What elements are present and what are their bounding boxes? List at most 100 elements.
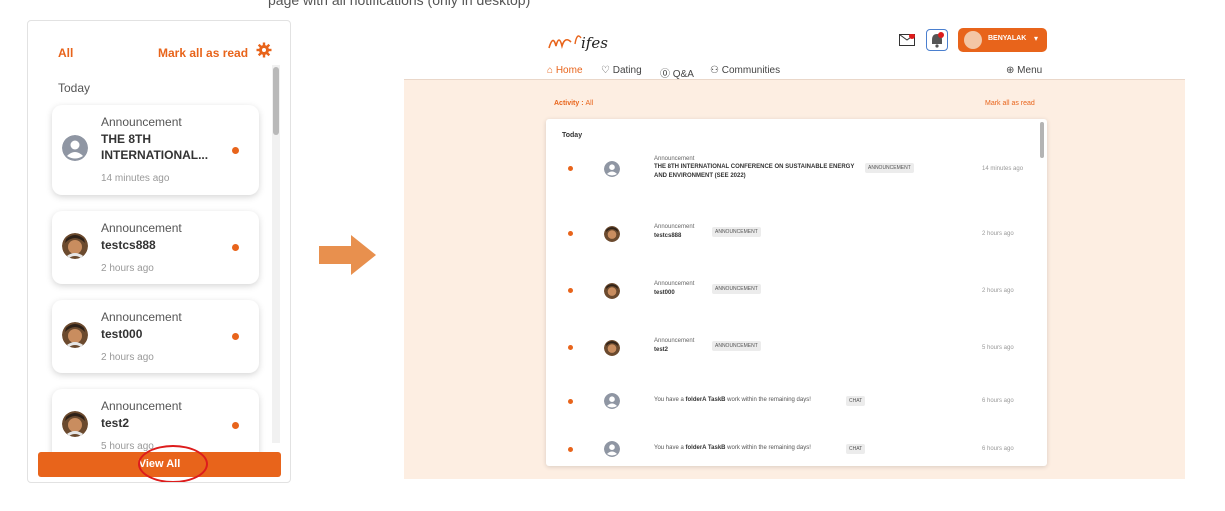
- notification-card[interactable]: Announcement test000 2 hours ago: [52, 300, 259, 373]
- nav-communities[interactable]: ⚇ Communities: [710, 65, 780, 76]
- tag-badge: CHAT: [846, 444, 866, 454]
- notification-type: Announcement: [101, 310, 182, 324]
- nav-home-label: Home: [555, 65, 583, 76]
- notification-dropdown-panel: All Mark all as read Today Announcement …: [27, 20, 291, 483]
- message-prefix: You have a: [654, 397, 686, 403]
- unread-dot: [232, 333, 239, 340]
- tag-badge: ANNOUNCEMENT: [712, 227, 761, 237]
- unread-dot: [568, 288, 573, 293]
- activity-label: Activity :: [554, 100, 584, 107]
- user-photo-avatar: [62, 322, 88, 348]
- notification-time: 14 minutes ago: [101, 173, 170, 184]
- user-photo-avatar: [604, 340, 620, 356]
- site-header: ifes BENYALAK ▾ ⌂ Home ♡ Dating ⓪ Q&A ⚇ …: [404, 22, 1185, 80]
- message-suffix: work within the remaining days!: [725, 445, 811, 451]
- view-all-button[interactable]: View All: [38, 452, 281, 477]
- top-banner: page with all notifications (only in des…: [0, 0, 1225, 10]
- notification-bell-button[interactable]: [926, 29, 948, 51]
- scrollbar-thumb[interactable]: [273, 67, 279, 135]
- unread-dot: [568, 231, 573, 236]
- banner-text: page with all notifications (only in des…: [268, 0, 531, 8]
- tag-badge: ANNOUNCEMENT: [865, 163, 914, 173]
- notification-row[interactable]: Announcement testcs888 ANNOUNCEMENT 2 ho…: [546, 222, 1036, 244]
- notification-type: Announcement: [101, 221, 182, 235]
- caret-down-icon: ▾: [1034, 34, 1039, 43]
- notification-title: test000: [101, 327, 143, 341]
- nav-dating[interactable]: ♡ Dating: [601, 65, 642, 76]
- message-task-name: folderA TaskB: [685, 445, 726, 451]
- menu-button[interactable]: ⊕ Menu: [1006, 65, 1042, 76]
- logo-text: ifes: [581, 34, 608, 52]
- notification-type: Announcement: [654, 224, 695, 230]
- mark-all-read-link[interactable]: Mark all as read: [985, 100, 1035, 107]
- unread-dot: [232, 244, 239, 251]
- message-prefix: You have a: [654, 445, 686, 451]
- unread-dot: [568, 447, 573, 452]
- notification-message: You have a folderA TaskB work within the…: [654, 445, 811, 451]
- logo-mark: ifes: [548, 34, 608, 52]
- bell-icon: [932, 32, 944, 48]
- notification-time: 2 hours ago: [101, 352, 154, 363]
- default-user-icon: [604, 393, 620, 409]
- default-user-icon: [604, 441, 620, 457]
- gear-icon[interactable]: [256, 42, 272, 58]
- notification-card[interactable]: Announcement THE 8TH INTERNATIONAL... 14…: [52, 105, 259, 195]
- notification-card[interactable]: Announcement testcs888 2 hours ago: [52, 211, 259, 284]
- section-today: Today: [58, 81, 91, 95]
- tag-badge: ANNOUNCEMENT: [712, 284, 761, 294]
- menu-label: Menu: [1017, 65, 1043, 76]
- unread-dot: [232, 422, 239, 429]
- notification-type: Announcement: [101, 399, 182, 413]
- notification-row[interactable]: Announcement THE 8TH INTERNATIONAL CONFE…: [546, 153, 1036, 185]
- nav-communities-label: Communities: [721, 65, 781, 76]
- unread-dot: [568, 399, 573, 404]
- user-photo-avatar: [62, 411, 88, 437]
- user-photo-avatar: [62, 233, 88, 259]
- user-menu-button[interactable]: BENYALAK ▾: [958, 28, 1047, 52]
- notification-row[interactable]: You have a folderA TaskB work within the…: [546, 440, 1036, 458]
- notification-title: testcs888: [101, 238, 156, 252]
- username-label: BENYALAK: [988, 35, 1027, 42]
- notification-title: THE 8TH INTERNATIONAL...: [101, 132, 209, 162]
- notification-title: THE 8TH INTERNATIONAL CONFERENCE ON SUST…: [654, 164, 855, 179]
- scrollbar-thumb[interactable]: [1040, 122, 1044, 158]
- right-arrow-icon: [319, 235, 376, 275]
- unread-dot: [568, 166, 573, 171]
- notification-type: Announcement: [101, 115, 182, 129]
- nav-qa-label: Q&A: [672, 69, 694, 80]
- nav-dating-label: Dating: [612, 65, 642, 76]
- notification-type: Announcement: [654, 281, 695, 287]
- notification-time: 14 minutes ago: [982, 166, 1024, 172]
- user-photo-avatar: [604, 283, 620, 299]
- user-photo-avatar: [604, 226, 620, 242]
- mail-icon[interactable]: [899, 34, 915, 46]
- tag-badge: ANNOUNCEMENT: [712, 341, 761, 351]
- default-user-icon: [604, 161, 620, 177]
- notification-list: Today Announcement THE 8TH INTERNATIONAL…: [546, 119, 1047, 466]
- notifications-page-screenshot: ifes BENYALAK ▾ ⌂ Home ♡ Dating ⓪ Q&A ⚇ …: [404, 22, 1185, 479]
- nav-home[interactable]: ⌂ Home: [547, 65, 583, 76]
- notification-title: test2: [101, 416, 130, 430]
- notification-time: 2 hours ago: [982, 231, 1014, 237]
- notification-row[interactable]: You have a folderA TaskB work within the…: [546, 392, 1036, 410]
- avatar: [964, 31, 982, 49]
- activity-filter[interactable]: Activity : All: [554, 100, 593, 107]
- notification-type: Announcement: [654, 338, 695, 344]
- notification-row[interactable]: Announcement test2 ANNOUNCEMENT 5 hours …: [546, 336, 1036, 358]
- message-suffix: work within the remaining days!: [725, 397, 811, 403]
- notification-time: 6 hours ago: [982, 398, 1014, 404]
- notification-time: 5 hours ago: [982, 345, 1014, 351]
- nav-qa[interactable]: ⓪ Q&A: [660, 65, 694, 80]
- notification-message: You have a folderA TaskB work within the…: [654, 397, 811, 403]
- tag-badge: CHAT: [846, 396, 866, 406]
- notification-type: Announcement: [654, 156, 695, 162]
- unread-dot: [568, 345, 573, 350]
- notification-time: 2 hours ago: [101, 263, 154, 274]
- mark-all-read-link[interactable]: Mark all as read: [158, 46, 248, 60]
- notification-row[interactable]: Announcement test000 ANNOUNCEMENT 2 hour…: [546, 279, 1036, 301]
- notification-time: 2 hours ago: [982, 288, 1014, 294]
- section-today: Today: [562, 132, 583, 139]
- activity-value: All: [585, 100, 594, 107]
- default-user-icon: [62, 135, 88, 161]
- tab-all[interactable]: All: [58, 46, 73, 60]
